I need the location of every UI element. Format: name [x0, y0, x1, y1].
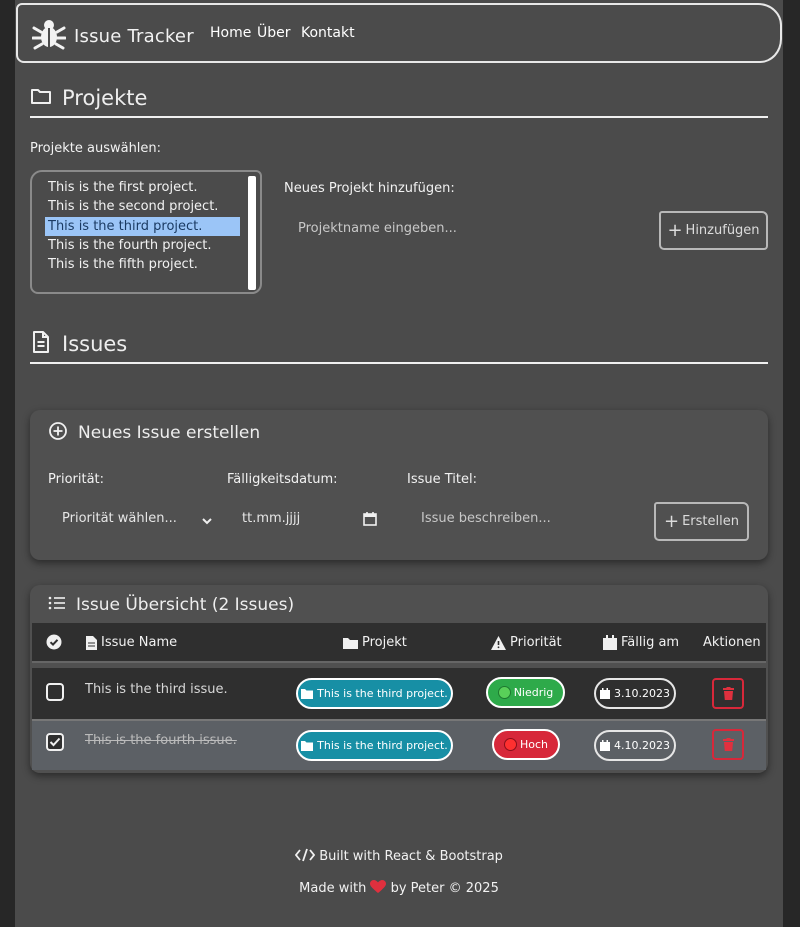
issue-title-label: Issue Titel: [407, 472, 477, 487]
folder-icon [301, 740, 314, 751]
project-list-scrollbar[interactable] [248, 176, 256, 290]
calendar-icon [600, 740, 610, 751]
priority-label: Priorität: [48, 472, 105, 487]
projects-heading: Projekte [30, 80, 768, 118]
create-issue-card: Neues Issue erstellen Priorität: Fälligk… [30, 410, 768, 560]
checkmark-icon [49, 737, 61, 747]
project-option[interactable]: This is the second project. [45, 197, 240, 216]
issue-overview-card: Issue Übersicht (2 Issues) Issue Name Pr… [30, 585, 768, 773]
issue-table-header: Issue Name Projekt Priorität Fällig am A… [32, 623, 766, 663]
priority-select-value: Priorität wählen... [62, 511, 177, 526]
folder-icon [343, 637, 358, 649]
project-badge: This is the third project. [296, 730, 453, 761]
project-option[interactable]: This is the fifth project. [45, 255, 240, 274]
issue-overview-header: Issue Übersicht (2 Issues) [48, 595, 294, 615]
nav-link-contact[interactable]: Kontakt [301, 25, 355, 41]
priority-badge-low: Niedrig [486, 677, 565, 708]
table-row: This is the fourth issue. This is the th… [32, 719, 766, 770]
issues-title: Issues [62, 332, 128, 356]
heart-icon [370, 880, 387, 893]
column-project: Projekt [343, 635, 407, 650]
issue-overview-title: Issue Übersicht (2 Issues) [76, 595, 295, 615]
calendar-icon [603, 635, 617, 650]
trash-icon [722, 687, 734, 700]
check-circle-icon [46, 634, 62, 650]
chevron-down-icon [201, 512, 213, 531]
list-icon [48, 595, 66, 615]
add-project-button-label: Hinzufügen [685, 223, 760, 238]
issue-name: This is the third issue. [85, 682, 228, 697]
projects-title: Projekte [62, 86, 148, 110]
made-with-suffix: by Peter © 2025 [390, 881, 499, 896]
project-badge: This is the third project. [296, 678, 453, 709]
delete-issue-button[interactable] [712, 729, 744, 760]
project-option[interactable]: This is the fourth project. [45, 236, 240, 255]
red-circle-icon [503, 738, 517, 751]
nav-link-home[interactable]: Home [210, 25, 251, 41]
code-icon [294, 848, 316, 862]
bug-icon [31, 17, 67, 55]
plus-icon: + [667, 219, 683, 241]
calendar-icon [600, 688, 610, 699]
delete-issue-button[interactable] [712, 678, 744, 709]
add-project-button[interactable]: + Hinzufügen [659, 211, 768, 250]
column-due: Fällig am [603, 635, 679, 650]
navbar: Issue Tracker Home Über Kontakt [16, 3, 782, 63]
nav-link-about[interactable]: Über [257, 25, 291, 41]
due-date-placeholder: tt.mm.jjjj [242, 511, 301, 526]
folder-icon [301, 688, 314, 699]
issue-done-checkbox-checked[interactable] [46, 733, 64, 751]
issue-name: This is the fourth issue. [85, 733, 237, 748]
footer-built-with: Built with React & Bootstrap [15, 848, 783, 864]
project-listbox[interactable]: This is the first project. This is the s… [30, 170, 262, 294]
column-actions: Aktionen [703, 635, 761, 650]
due-date-badge: 3.10.2023 [594, 678, 676, 709]
page: Issue Tracker Home Über Kontakt Projekte… [15, 0, 783, 927]
column-issue-name: Issue Name [86, 635, 177, 650]
create-issue-button[interactable]: + Erstellen [654, 502, 749, 541]
plus-icon: + [664, 510, 680, 532]
file-icon [86, 635, 97, 650]
project-name-input[interactable]: Projektname eingeben... [298, 221, 457, 236]
column-priority: Priorität [491, 635, 562, 650]
footer-made-with: Made with by Peter © 2025 [15, 880, 783, 896]
folder-icon [30, 86, 52, 110]
brand[interactable]: Issue Tracker [31, 17, 194, 55]
trash-icon [722, 738, 734, 751]
plus-circle-icon [48, 421, 68, 445]
create-issue-button-label: Erstellen [682, 514, 739, 529]
issue-done-checkbox[interactable] [46, 683, 64, 701]
create-issue-header: Neues Issue erstellen [48, 421, 260, 445]
built-with-text: Built with React & Bootstrap [319, 849, 503, 864]
table-row: This is the third issue. This is the thi… [32, 668, 766, 719]
project-option[interactable]: This is the first project. [45, 178, 240, 197]
warning-icon [491, 635, 506, 650]
due-date-badge: 4.10.2023 [594, 730, 676, 761]
create-issue-title: Neues Issue erstellen [78, 423, 261, 443]
due-date-input[interactable]: tt.mm.jjjj [227, 506, 377, 532]
brand-title: Issue Tracker [74, 25, 194, 47]
document-icon [30, 330, 52, 358]
green-circle-icon [497, 686, 511, 699]
priority-badge-high: Hoch [492, 729, 560, 760]
priority-select[interactable]: Priorität wählen... [48, 506, 212, 532]
issue-title-input[interactable]: Issue beschreiben... [421, 511, 551, 526]
project-select-label: Projekte auswählen: [30, 141, 162, 156]
project-option-selected[interactable]: This is the third project. [45, 217, 240, 236]
add-project-label: Neues Projekt hinzufügen: [284, 181, 455, 196]
due-date-label: Fälligkeitsdatum: [227, 472, 338, 487]
calendar-icon[interactable] [363, 511, 377, 530]
issues-heading: Issues [30, 326, 768, 364]
made-with-prefix: Made with [299, 881, 367, 896]
